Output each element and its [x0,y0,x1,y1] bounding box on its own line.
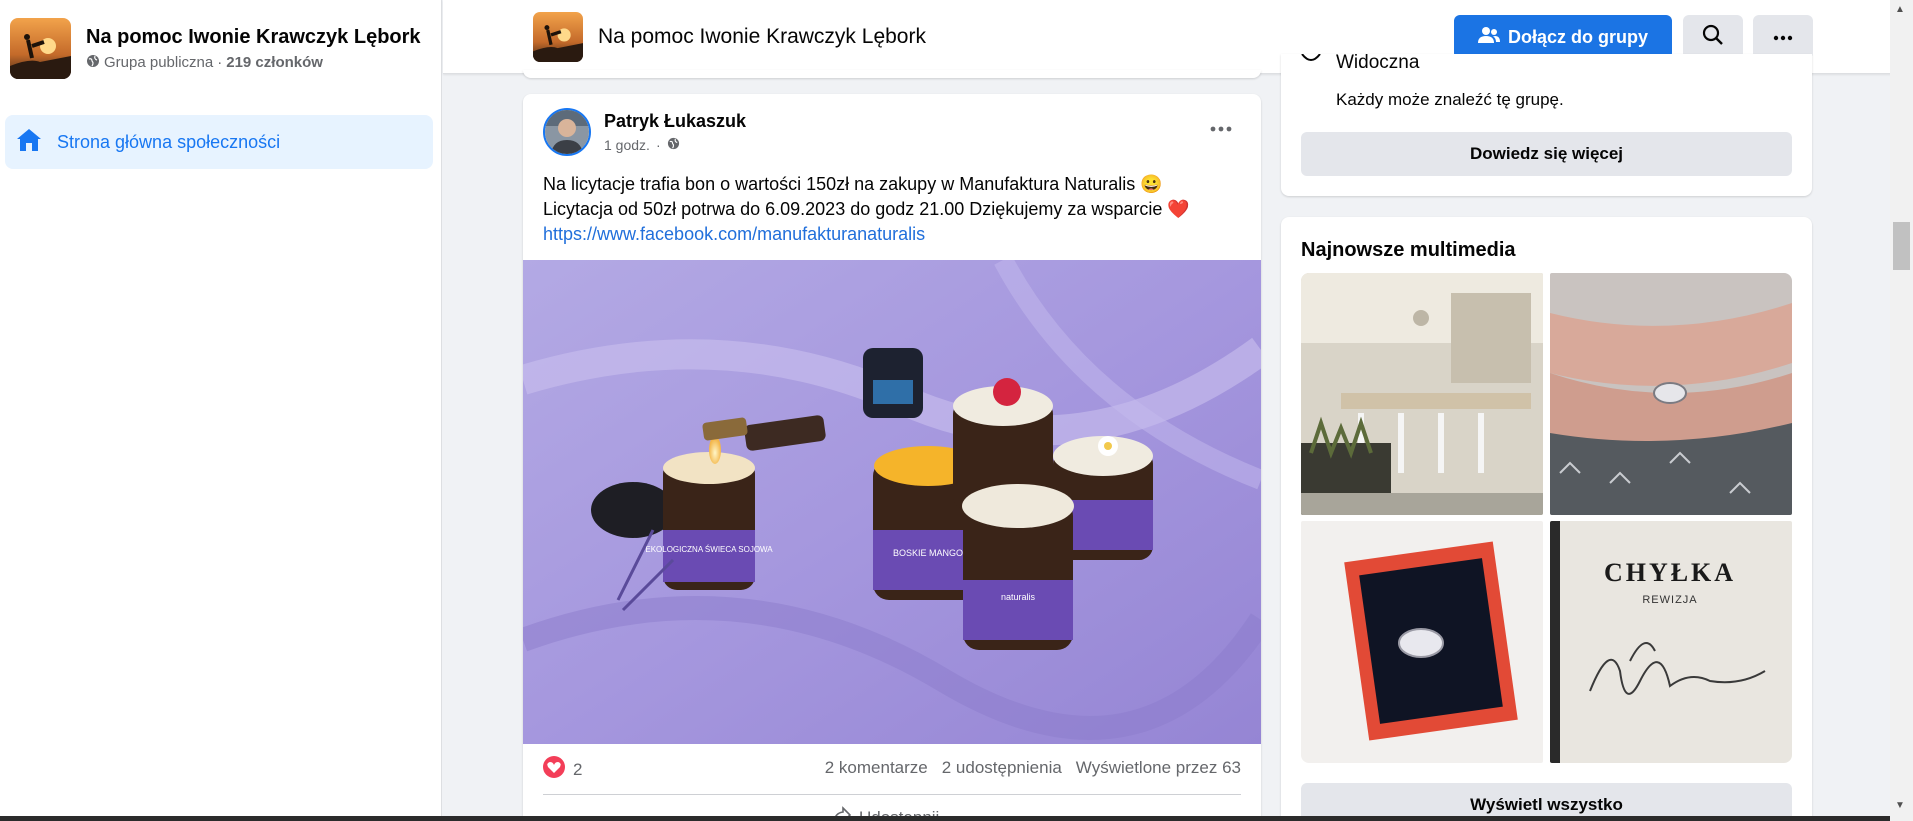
people-icon [1477,26,1500,49]
group-avatar-small[interactable] [533,12,583,62]
author-name[interactable]: Patryk Łukaszuk [604,111,746,132]
post-meta: 1 godz. · [604,137,680,153]
more-options-button[interactable] [1753,15,1813,59]
media-tile-ring-box[interactable] [1301,521,1543,763]
candle-label: EKOLOGICZNA ŚWIECA SOJOWA [645,545,773,554]
join-group-button[interactable]: Dołącz do grupy [1454,15,1672,59]
mango-label: BOSKIE MANGO [893,548,963,558]
reaction-count: 2 [573,759,583,779]
scroll-up-icon[interactable]: ▲ [1895,4,1905,15]
sidebar-item-label: Strona główna społeczności [57,131,281,152]
media-tile-ring-hand[interactable] [1550,273,1792,515]
views-count: Wyświetlone przez 63 [1075,758,1241,777]
globe-icon [86,54,100,72]
meta-separator: · [655,137,661,153]
search-icon [1702,24,1724,51]
recent-media-card: Najnowsze multimedia CHYŁKA REWIZJA Wyśw… [1281,217,1812,821]
scroll-down-icon[interactable]: ▼ [1895,800,1905,811]
eye-icon [1301,54,1321,73]
post-photo[interactable]: EKOLOGICZNA ŚWIECA SOJOWA BOSKIE MANGO n… [523,255,1261,744]
post-line-2: Licytacja od 50zł potrwa do 6.09.2023 do… [543,199,1190,219]
group-header: Na pomoc Iwonie Krawczyk Lębork Grupa pu… [0,0,441,89]
media-tile-restaurant[interactable] [1301,273,1543,515]
group-meta: Grupa publiczna · 219 członków [86,54,421,72]
learn-more-button[interactable]: Dowiedz się więcej [1301,132,1792,176]
separator: · [217,54,223,71]
about-card: Widoczna Każdy może znaleźć tę grupę. Do… [1281,54,1812,196]
group-avatar[interactable] [10,18,71,79]
previous-post-edge [523,70,1261,78]
post-time[interactable]: 1 godz. [604,137,650,153]
sidebar-item-home[interactable]: Strona główna społeczności [5,115,433,169]
post-menu-button[interactable] [1203,116,1239,140]
comments-count[interactable]: 2 komentarze [825,758,928,778]
media-title: Najnowsze multimedia [1301,239,1516,261]
feed-post: Patryk Łukaszuk 1 godz. · Na licytacje t… [523,94,1261,821]
visibility-title: Widoczna [1336,54,1420,73]
media-tile-signed-book[interactable]: CHYŁKA REWIZJA [1550,521,1792,763]
privacy-label: Grupa publiczna [104,54,214,71]
scroll-thumb[interactable] [1893,222,1910,270]
join-label: Dołącz do grupy [1507,26,1648,47]
member-count[interactable]: 219 członków [226,54,323,71]
post-link[interactable]: https://www.facebook.com/manufakturanatu… [543,222,1243,247]
media-grid: CHYŁKA REWIZJA [1301,273,1792,763]
book-subtitle: REWIZJA [1642,594,1697,606]
bottom-edge [0,816,1890,821]
shares-count[interactable]: 2 udostępnienia [942,758,1062,778]
more-icon [1210,119,1232,137]
left-sidebar: Na pomoc Iwonie Krawczyk Lębork Grupa pu… [0,0,442,821]
post-stats: 2 komentarze 2 udostępnienia Wyświetlone… [825,758,1241,778]
group-name[interactable]: Na pomoc Iwonie Krawczyk Lębork [86,26,421,49]
author-avatar[interactable] [543,108,591,156]
visibility-description: Każdy może znaleźć tę grupę. [1336,90,1564,109]
reactions-summary[interactable]: 2 [543,756,582,783]
post-body: Na licytacje trafia bon o wartości 150zł… [543,172,1243,247]
post-line-1: Na licytacje trafia bon o wartości 150zł… [543,174,1163,194]
divider [543,794,1241,795]
more-icon [1773,28,1793,46]
book-title: CHYŁKA [1604,558,1736,587]
heart-icon [543,756,565,783]
scrollbar[interactable]: ▲ ▼ [1890,0,1913,821]
search-button[interactable] [1683,15,1743,59]
brand-label: naturalis [1001,592,1036,602]
home-icon [15,126,43,159]
globe-icon [667,137,680,153]
header-title[interactable]: Na pomoc Iwonie Krawczyk Lębork [598,25,926,49]
